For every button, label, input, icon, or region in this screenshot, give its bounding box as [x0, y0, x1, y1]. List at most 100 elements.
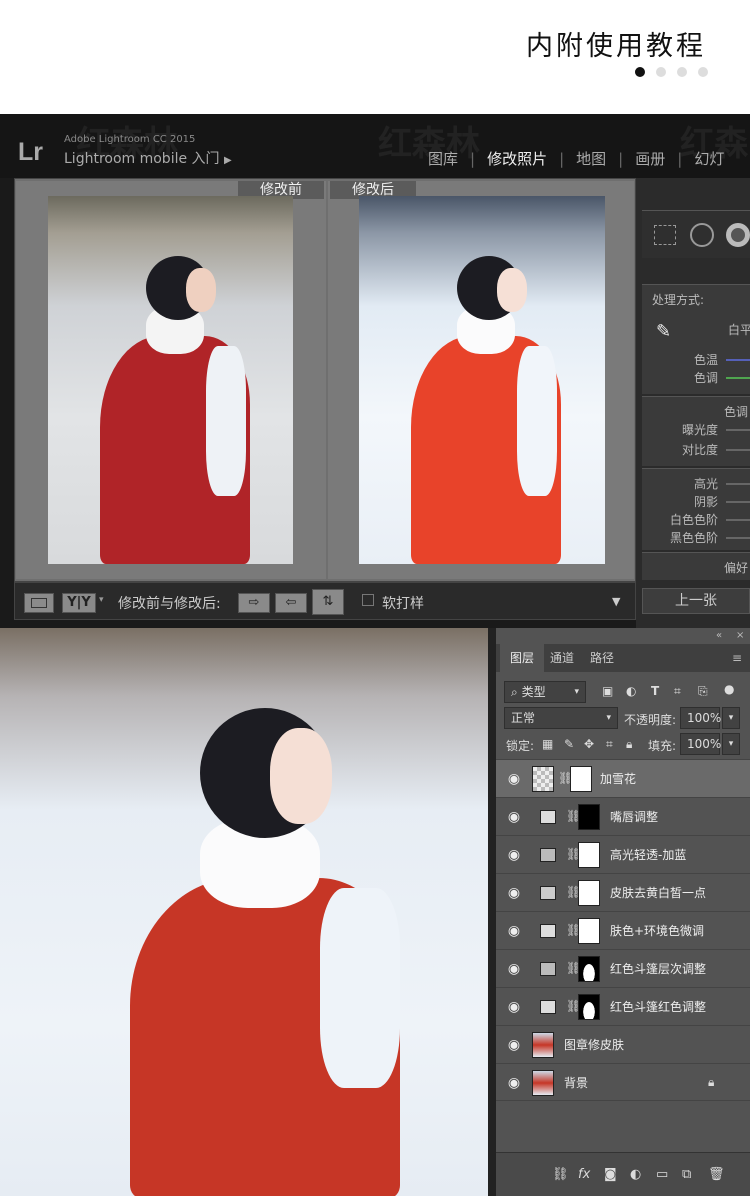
- layer-row[interactable]: ◉ 图章修皮肤: [496, 1025, 750, 1063]
- layer-row[interactable]: ◉ ⛓ 皮肤去黄白皙一点: [496, 873, 750, 911]
- carousel-dot[interactable]: [656, 67, 666, 77]
- lock-transparent-icon[interactable]: ▦: [542, 737, 553, 751]
- chevron-down-icon[interactable]: ▾: [99, 595, 104, 605]
- presence-tone-section: 高光 阴影 白色色阶 黑色色阶: [642, 468, 750, 550]
- mask-thumbnail[interactable]: [578, 880, 600, 906]
- opacity-label: 不透明度:: [624, 713, 677, 727]
- layer-row[interactable]: ◉ ⛓ 高光轻透-加蓝: [496, 835, 750, 873]
- tab-channels[interactable]: 通道: [540, 644, 584, 672]
- visibility-eye-icon[interactable]: ◉: [506, 961, 522, 977]
- filter-type-icon[interactable]: T: [651, 684, 659, 698]
- carousel-dot[interactable]: [698, 67, 708, 77]
- opacity-input[interactable]: 100%: [680, 707, 721, 729]
- visibility-eye-icon[interactable]: ◉: [506, 1075, 522, 1091]
- copy-after-to-before-button[interactable]: ⇦: [275, 593, 307, 613]
- toolbar-menu-icon[interactable]: ▼: [612, 595, 620, 608]
- mask-thumbnail[interactable]: [578, 918, 600, 944]
- layer-row[interactable]: ◉ ⛓ 嘴唇调整: [496, 797, 750, 835]
- lock-artboard-icon[interactable]: ⌗: [606, 737, 613, 752]
- mask-thumbnail[interactable]: [578, 804, 600, 830]
- tab-layers[interactable]: 图层: [500, 644, 545, 672]
- visibility-eye-icon[interactable]: ◉: [506, 847, 522, 863]
- highlights-slider[interactable]: [726, 483, 750, 485]
- red-eye-icon[interactable]: [726, 223, 750, 247]
- collapse-icon[interactable]: «: [716, 630, 722, 641]
- mask-thumbnail[interactable]: [578, 994, 600, 1020]
- eyedropper-icon[interactable]: ✎: [656, 321, 671, 342]
- layer-row[interactable]: ◉ ⛓ 红色斗篷层次调整: [496, 949, 750, 987]
- visibility-eye-icon[interactable]: ◉: [506, 885, 522, 901]
- softproof-label: 软打样: [382, 596, 424, 612]
- fill-label: 填充:: [648, 739, 677, 753]
- shadows-slider[interactable]: [726, 501, 750, 503]
- layer-name: 加雪花: [600, 772, 637, 786]
- blacks-slider[interactable]: [726, 537, 750, 539]
- crop-icon[interactable]: [654, 225, 676, 245]
- module-develop[interactable]: 修改照片: [487, 150, 547, 168]
- tint-slider[interactable]: [726, 377, 750, 379]
- after-photo: [359, 196, 605, 564]
- tool-strip: [642, 210, 750, 258]
- blend-mode-select[interactable]: 正常 ▾: [504, 707, 618, 729]
- adjustment-icon: [540, 924, 556, 938]
- before-after-view-button[interactable]: Y|Y: [62, 593, 96, 613]
- previous-button[interactable]: 上一张: [642, 588, 750, 614]
- fx-icon[interactable]: fx: [578, 1167, 590, 1182]
- exposure-slider[interactable]: [726, 429, 750, 431]
- adjustment-layer-icon[interactable]: ◐: [630, 1167, 641, 1182]
- loupe-view-button[interactable]: [24, 593, 54, 613]
- spot-removal-icon[interactable]: [690, 223, 714, 247]
- visibility-eye-icon[interactable]: ◉: [506, 999, 522, 1015]
- process-label: 处理方式:: [652, 293, 705, 307]
- visibility-eye-icon[interactable]: ◉: [506, 809, 522, 825]
- presence-label: 偏好: [724, 561, 749, 575]
- visibility-eye-icon[interactable]: ◉: [506, 1037, 522, 1053]
- contrast-slider[interactable]: [726, 449, 750, 451]
- layer-name: 皮肤去黄白皙一点: [610, 886, 707, 900]
- close-icon[interactable]: ×: [736, 630, 744, 641]
- folder-icon[interactable]: ▭: [656, 1167, 668, 1182]
- lightroom-window: Lr Adobe Lightroom CC 2015 Lightroom mob…: [0, 114, 750, 628]
- temp-slider[interactable]: [726, 359, 750, 361]
- filter-adjust-icon[interactable]: ◐: [626, 684, 636, 698]
- lock-move-icon[interactable]: ✥: [584, 737, 594, 751]
- layer-filter-select[interactable]: ⌕ 类型 ▾: [504, 681, 586, 703]
- copy-before-to-after-button[interactable]: ⇨: [238, 593, 270, 613]
- panel-menu-icon[interactable]: ≡: [732, 651, 742, 665]
- carousel-dot-active[interactable]: [635, 67, 645, 77]
- filter-smart-icon[interactable]: ⎘: [698, 684, 708, 699]
- layer-row[interactable]: ◉ ⛓ 肤色+环境色微调: [496, 911, 750, 949]
- softproof-checkbox[interactable]: [362, 594, 374, 606]
- module-book[interactable]: 画册: [635, 150, 665, 168]
- new-layer-icon[interactable]: ⧉: [682, 1167, 691, 1182]
- module-map[interactable]: 地图: [576, 150, 606, 168]
- link-layers-icon[interactable]: ⛓: [552, 1167, 569, 1182]
- opacity-dropdown-icon[interactable]: ▾: [722, 707, 740, 729]
- whites-slider[interactable]: [726, 519, 750, 521]
- trash-icon[interactable]: 🗑︎: [708, 1167, 725, 1182]
- tint-label: 色调: [694, 371, 719, 385]
- mask-thumbnail[interactable]: [578, 956, 600, 982]
- layers-panel: « × 图层 通道 路径 ≡ ⌕ 类型 ▾ ▣ ◐ T ⌗ ⎘ ● 正常 ▾ 不透明…: [496, 628, 750, 1196]
- chevron-down-icon: ▾: [574, 687, 579, 697]
- swap-button[interactable]: ⇅: [312, 589, 344, 615]
- filter-toggle-icon[interactable]: ●: [724, 682, 734, 696]
- fill-dropdown-icon[interactable]: ▾: [722, 733, 740, 755]
- layer-row[interactable]: ◉ ⛓ 加雪花: [496, 759, 750, 797]
- visibility-eye-icon[interactable]: ◉: [506, 771, 522, 787]
- layer-row[interactable]: ◉ 背景 🔒︎: [496, 1063, 750, 1101]
- mask-thumbnail[interactable]: [578, 842, 600, 868]
- module-divider: |: [559, 150, 565, 168]
- filter-shape-icon[interactable]: ⌗: [674, 684, 681, 699]
- mask-icon[interactable]: ◙: [604, 1167, 617, 1182]
- wb-label: 白平: [728, 323, 750, 337]
- visibility-eye-icon[interactable]: ◉: [506, 923, 522, 939]
- layer-row[interactable]: ◉ ⛓ 红色斗篷红色调整: [496, 987, 750, 1025]
- lock-brush-icon[interactable]: ✎: [564, 737, 574, 751]
- carousel-dot[interactable]: [677, 67, 687, 77]
- tab-paths[interactable]: 路径: [580, 644, 624, 672]
- filter-pixel-icon[interactable]: ▣: [602, 684, 613, 698]
- mask-thumbnail[interactable]: [570, 766, 592, 792]
- lock-all-icon[interactable]: 🔒︎: [626, 737, 632, 752]
- fill-input[interactable]: 100%: [680, 733, 721, 755]
